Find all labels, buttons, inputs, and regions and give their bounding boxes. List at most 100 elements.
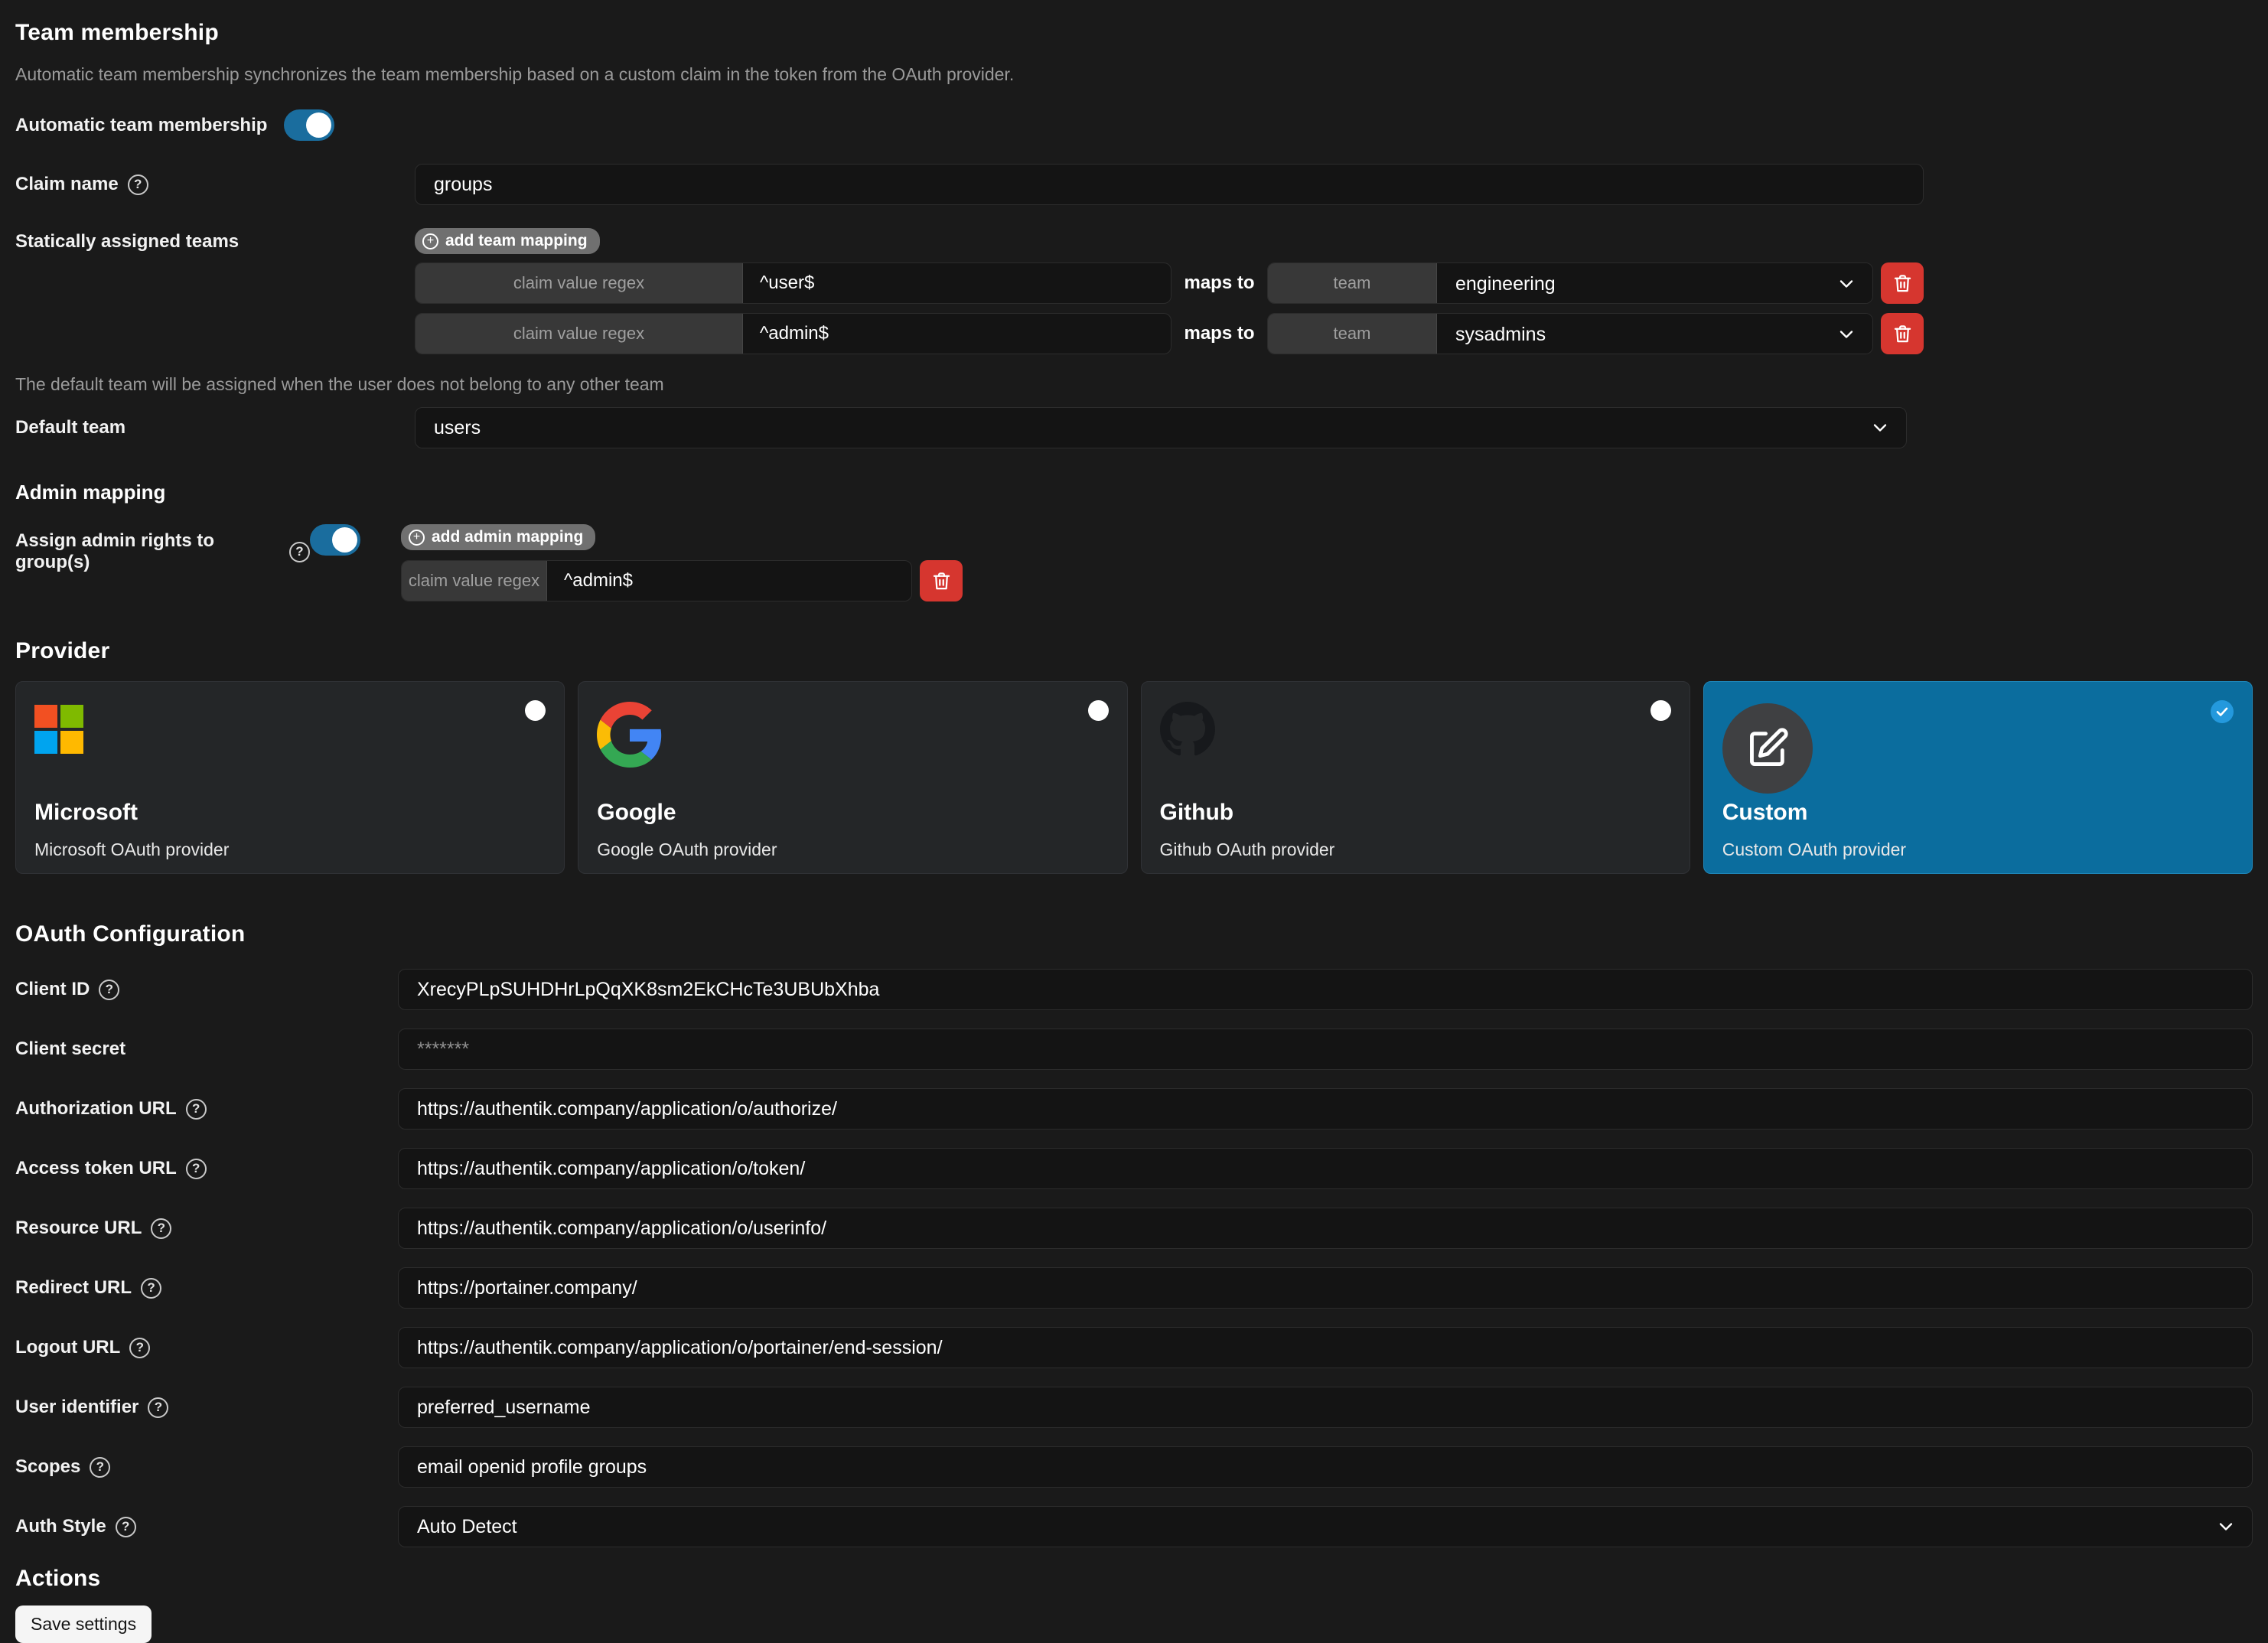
microsoft-icon-area [34, 702, 546, 795]
client-id-input[interactable] [398, 969, 2253, 1010]
delete-admin-mapping-button[interactable] [920, 560, 963, 601]
delete-team-mapping-button[interactable] [1881, 313, 1924, 354]
auth-style-select[interactable]: Auto Detect [398, 1506, 2253, 1547]
user-identifier-help-icon[interactable]: ? [148, 1397, 168, 1418]
admin-claim-regex-input[interactable] [547, 561, 911, 601]
add-admin-mapping-label: add admin mapping [432, 528, 583, 546]
client-id-help-icon[interactable]: ? [99, 980, 119, 1000]
provider-card-github[interactable]: Github Github OAuth provider [1141, 681, 1690, 874]
team-mapping-row: claim value regex maps to team engineeri… [415, 262, 1924, 304]
assign-admin-rights-toggle[interactable] [310, 524, 360, 556]
chevron-down-icon [2215, 1516, 2237, 1537]
default-team-select[interactable]: users [415, 407, 1907, 448]
automatic-team-membership-row: Automatic team membership [15, 109, 2253, 141]
trash-icon [1892, 324, 1913, 344]
resource-url-help-icon[interactable]: ? [151, 1218, 171, 1239]
user-identifier-input[interactable] [398, 1387, 2253, 1428]
provider-card-title: Google [597, 800, 1108, 826]
delete-team-mapping-button[interactable] [1881, 262, 1924, 304]
add-team-mapping-label: add team mapping [445, 232, 588, 250]
claim-regex-group: claim value regex [415, 313, 1171, 354]
save-settings-button[interactable]: Save settings [15, 1606, 152, 1643]
access-token-url-row: Access token URL ? [15, 1148, 2253, 1189]
provider-card-google[interactable]: Google Google OAuth provider [578, 681, 1127, 874]
google-logo-icon [597, 702, 663, 768]
custom-icon-circle [1722, 703, 1813, 794]
claim-name-label-group: Claim name ? [15, 174, 415, 195]
maps-to-label: maps to [1171, 272, 1267, 294]
provider-card-title: Github [1160, 800, 1671, 826]
automatic-team-membership-toggle[interactable] [284, 109, 334, 141]
provider-card-microsoft[interactable]: Microsoft Microsoft OAuth provider [15, 681, 565, 874]
team-select-value: engineering [1455, 273, 1556, 295]
provider-selected-check-badge[interactable] [2211, 700, 2234, 723]
provider-card-custom[interactable]: Custom Custom OAuth provider [1703, 681, 2253, 874]
trash-icon [1892, 273, 1913, 294]
claim-regex-input[interactable] [743, 314, 1171, 354]
chevron-down-icon [1869, 417, 1891, 438]
provider-card-description: Github OAuth provider [1160, 839, 1671, 860]
github-logo-icon [1160, 702, 1215, 757]
team-select[interactable]: engineering [1437, 263, 1872, 304]
claim-name-help-icon[interactable]: ? [128, 174, 148, 195]
redirect-url-input[interactable] [398, 1267, 2253, 1309]
team-membership-heading: Team membership [15, 20, 2253, 46]
admin-mapping-heading: Admin mapping [15, 481, 2253, 504]
assign-admin-rights-help-icon[interactable]: ? [289, 542, 310, 562]
logout-url-row: Logout URL ? [15, 1327, 2253, 1368]
add-admin-mapping-button[interactable]: + add admin mapping [401, 524, 595, 550]
claim-regex-group: claim value regex [415, 262, 1171, 304]
admin-claim-regex-group: claim value regex [401, 560, 912, 601]
provider-radio-unselected[interactable] [1650, 700, 1671, 721]
authorization-url-help-icon[interactable]: ? [186, 1099, 207, 1120]
client-secret-input[interactable] [398, 1029, 2253, 1070]
team-select-group: team sysadmins [1267, 313, 1873, 354]
assign-admin-rights-label-group: Assign admin rights to group(s) ? [15, 524, 310, 573]
user-identifier-label: User identifier [15, 1397, 138, 1418]
claim-regex-input[interactable] [743, 263, 1171, 303]
resource-url-label: Resource URL [15, 1218, 142, 1239]
logout-url-input[interactable] [398, 1327, 2253, 1368]
team-mapping-row: claim value regex maps to team sysadmins [415, 313, 1924, 354]
default-team-hint: The default team will be assigned when t… [15, 374, 2253, 395]
oauth-fields: Client ID ? Client secret Authorization … [15, 969, 2253, 1547]
claim-regex-prefix-label: claim value regex [402, 561, 547, 601]
logout-url-label: Logout URL [15, 1337, 120, 1358]
custom-icon-area [1722, 702, 2234, 795]
add-team-mapping-button[interactable]: + add team mapping [415, 228, 600, 254]
automatic-team-membership-label: Automatic team membership [15, 115, 267, 136]
team-mappings-column: + add team mapping claim value regex map… [415, 228, 1924, 354]
provider-card-title: Microsoft [34, 800, 546, 826]
resource-url-row: Resource URL ? [15, 1208, 2253, 1249]
auth-style-help-icon[interactable]: ? [116, 1517, 136, 1537]
client-secret-label: Client secret [15, 1038, 125, 1060]
claim-regex-prefix-label: claim value regex [415, 263, 743, 303]
oauth-configuration-heading: OAuth Configuration [15, 921, 2253, 947]
authorization-url-input[interactable] [398, 1088, 2253, 1130]
scopes-help-icon[interactable]: ? [90, 1457, 110, 1478]
chevron-down-icon [1836, 324, 1857, 345]
logout-url-help-icon[interactable]: ? [129, 1338, 150, 1358]
resource-url-input[interactable] [398, 1208, 2253, 1249]
claim-name-label: Claim name [15, 174, 119, 195]
scopes-input[interactable] [398, 1446, 2253, 1488]
trash-icon [931, 571, 952, 592]
default-team-value: users [434, 417, 481, 439]
provider-card-title: Custom [1722, 800, 2234, 826]
access-token-url-help-icon[interactable]: ? [186, 1159, 207, 1179]
team-select[interactable]: sysadmins [1437, 314, 1872, 354]
redirect-url-help-icon[interactable]: ? [141, 1278, 161, 1299]
microsoft-logo-icon [34, 705, 83, 754]
claim-name-input[interactable] [415, 164, 1924, 205]
claim-name-row: Claim name ? [15, 164, 2253, 205]
chevron-down-icon [1836, 273, 1857, 295]
team-prefix-label: team [1268, 314, 1437, 354]
client-id-row: Client ID ? [15, 969, 2253, 1010]
maps-to-label: maps to [1171, 323, 1267, 344]
default-team-row: Default team users [15, 407, 2253, 448]
provider-radio-unselected[interactable] [1088, 700, 1109, 721]
admin-mapping-row: Assign admin rights to group(s) ? + add … [15, 524, 2253, 601]
google-icon-area [597, 702, 1108, 795]
access-token-url-input[interactable] [398, 1148, 2253, 1189]
github-icon-area [1160, 702, 1671, 795]
